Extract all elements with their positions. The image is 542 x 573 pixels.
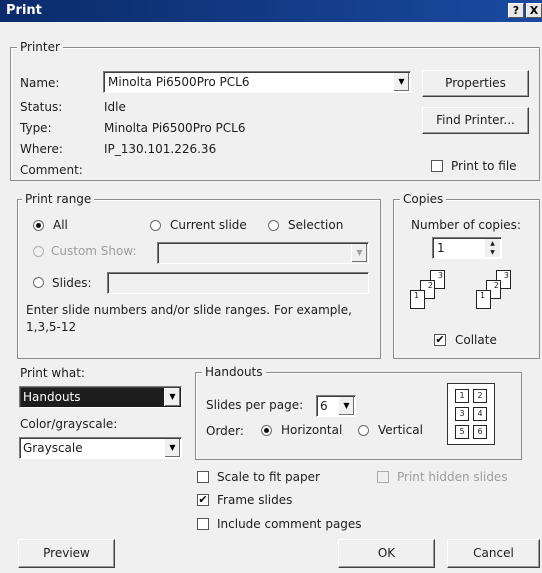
print-what-dropdown[interactable]: Handouts ▼ bbox=[19, 386, 182, 408]
status-label: Status: bbox=[20, 100, 63, 114]
name-label: Name: bbox=[20, 76, 60, 90]
frame-slides-label: Frame slides bbox=[217, 493, 293, 507]
handout-cell: 3 bbox=[455, 407, 469, 421]
chevron-down-icon: ▼ bbox=[338, 397, 354, 415]
collated-pages-icon: 3 2 1 bbox=[476, 270, 526, 318]
number-of-copies-label: Number of copies: bbox=[411, 218, 521, 232]
print-hidden-slides-checkbox[interactable] bbox=[377, 471, 389, 483]
color-grayscale-label: Color/grayscale: bbox=[20, 417, 118, 431]
slides-per-page-label: Slides per page: bbox=[206, 398, 304, 412]
ok-button[interactable]: OK bbox=[338, 539, 435, 568]
handout-layout-preview-icon: 1 2 3 4 5 6 bbox=[447, 383, 495, 445]
range-selection-label: Selection bbox=[288, 218, 344, 232]
range-current-slide-label: Current slide bbox=[170, 218, 247, 232]
printer-name-dropdown[interactable]: Minolta Pi6500Pro PCL6 ▼ bbox=[103, 71, 411, 93]
range-slides-label: Slides: bbox=[52, 276, 92, 290]
handout-cell: 6 bbox=[473, 425, 487, 439]
order-vertical-label: Vertical bbox=[378, 423, 423, 437]
slides-per-page-value: 6 bbox=[320, 399, 328, 413]
type-value: Minolta Pi6500Pro PCL6 bbox=[104, 121, 246, 135]
chevron-down-icon: ▼ bbox=[164, 439, 180, 457]
spin-down-icon[interactable]: ▼ bbox=[485, 248, 500, 257]
print-hidden-slides-label: Print hidden slides bbox=[397, 470, 508, 484]
help-button[interactable]: ? bbox=[508, 3, 524, 18]
title-bar[interactable]: Print ? X bbox=[0, 0, 542, 22]
order-label: Order: bbox=[206, 424, 244, 438]
range-hint-line1: Enter slide numbers and/or slide ranges.… bbox=[26, 303, 352, 317]
close-button[interactable]: X bbox=[526, 3, 542, 18]
collate-checkbox[interactable]: ✔ bbox=[434, 334, 446, 346]
color-grayscale-value: Grayscale bbox=[23, 441, 83, 455]
window-title: Print bbox=[6, 3, 42, 18]
collate-label: Collate bbox=[455, 333, 497, 347]
scale-to-fit-checkbox[interactable] bbox=[197, 471, 209, 483]
range-custom-show-radio[interactable] bbox=[33, 246, 44, 257]
handout-cell: 5 bbox=[455, 425, 469, 439]
preview-button[interactable]: Preview bbox=[18, 539, 115, 568]
number-of-copies-input[interactable]: 1 ▲ ▼ bbox=[432, 237, 502, 259]
printer-name-value: Minolta Pi6500Pro PCL6 bbox=[108, 75, 250, 89]
comment-label: Comment: bbox=[20, 163, 83, 177]
spin-up-icon[interactable]: ▲ bbox=[485, 239, 500, 248]
uncollated-pages-icon: 3 2 1 bbox=[410, 270, 460, 318]
print-to-file-checkbox[interactable] bbox=[431, 160, 443, 172]
range-current-slide-radio[interactable] bbox=[150, 220, 161, 231]
chevron-down-icon: ▼ bbox=[351, 244, 367, 262]
print-what-value: Handouts bbox=[23, 390, 81, 404]
slides-range-input[interactable] bbox=[107, 272, 369, 294]
color-grayscale-dropdown[interactable]: Grayscale ▼ bbox=[19, 437, 182, 459]
frame-slides-checkbox[interactable]: ✔ bbox=[197, 494, 209, 506]
scale-to-fit-label: Scale to fit paper bbox=[217, 470, 320, 484]
chevron-down-icon: ▼ bbox=[164, 388, 180, 406]
custom-show-dropdown[interactable]: ▼ bbox=[157, 242, 369, 264]
chevron-down-icon: ▼ bbox=[393, 73, 409, 91]
handout-cell: 4 bbox=[473, 407, 487, 421]
page-icon: 1 bbox=[476, 290, 491, 309]
printer-legend: Printer bbox=[17, 40, 63, 54]
print-what-label: Print what: bbox=[20, 366, 85, 380]
print-dialog: Print ? X Printer Name: Minolta Pi6500Pr… bbox=[0, 0, 542, 573]
find-printer-button[interactable]: Find Printer... bbox=[422, 107, 529, 134]
order-vertical-radio[interactable] bbox=[358, 425, 369, 436]
print-range-legend: Print range bbox=[22, 192, 95, 206]
print-to-file-label: Print to file bbox=[451, 159, 517, 173]
properties-button[interactable]: Properties bbox=[422, 70, 529, 97]
status-value: Idle bbox=[104, 100, 126, 114]
include-comments-checkbox[interactable] bbox=[197, 518, 209, 530]
copies-legend: Copies bbox=[400, 192, 447, 206]
handout-cell: 1 bbox=[455, 389, 469, 403]
number-of-copies-value: 1 bbox=[437, 241, 445, 255]
range-selection-radio[interactable] bbox=[268, 220, 279, 231]
handout-cell: 2 bbox=[473, 389, 487, 403]
handouts-legend: Handouts bbox=[202, 365, 266, 379]
page-icon: 1 bbox=[410, 290, 425, 309]
range-custom-show-label: Custom Show: bbox=[51, 244, 137, 258]
range-slides-radio[interactable] bbox=[33, 277, 44, 288]
cancel-button[interactable]: Cancel bbox=[447, 539, 540, 568]
range-all-label: All bbox=[53, 218, 68, 232]
where-label: Where: bbox=[20, 142, 63, 156]
include-comments-label: Include comment pages bbox=[217, 517, 362, 531]
type-label: Type: bbox=[20, 121, 52, 135]
order-horizontal-radio[interactable] bbox=[261, 425, 272, 436]
range-hint-line2: 1,3,5-12 bbox=[26, 320, 77, 334]
slides-per-page-dropdown[interactable]: 6 ▼ bbox=[316, 395, 356, 417]
range-all-radio[interactable] bbox=[33, 220, 44, 231]
where-value: IP_130.101.226.36 bbox=[104, 142, 217, 156]
order-horizontal-label: Horizontal bbox=[281, 423, 343, 437]
